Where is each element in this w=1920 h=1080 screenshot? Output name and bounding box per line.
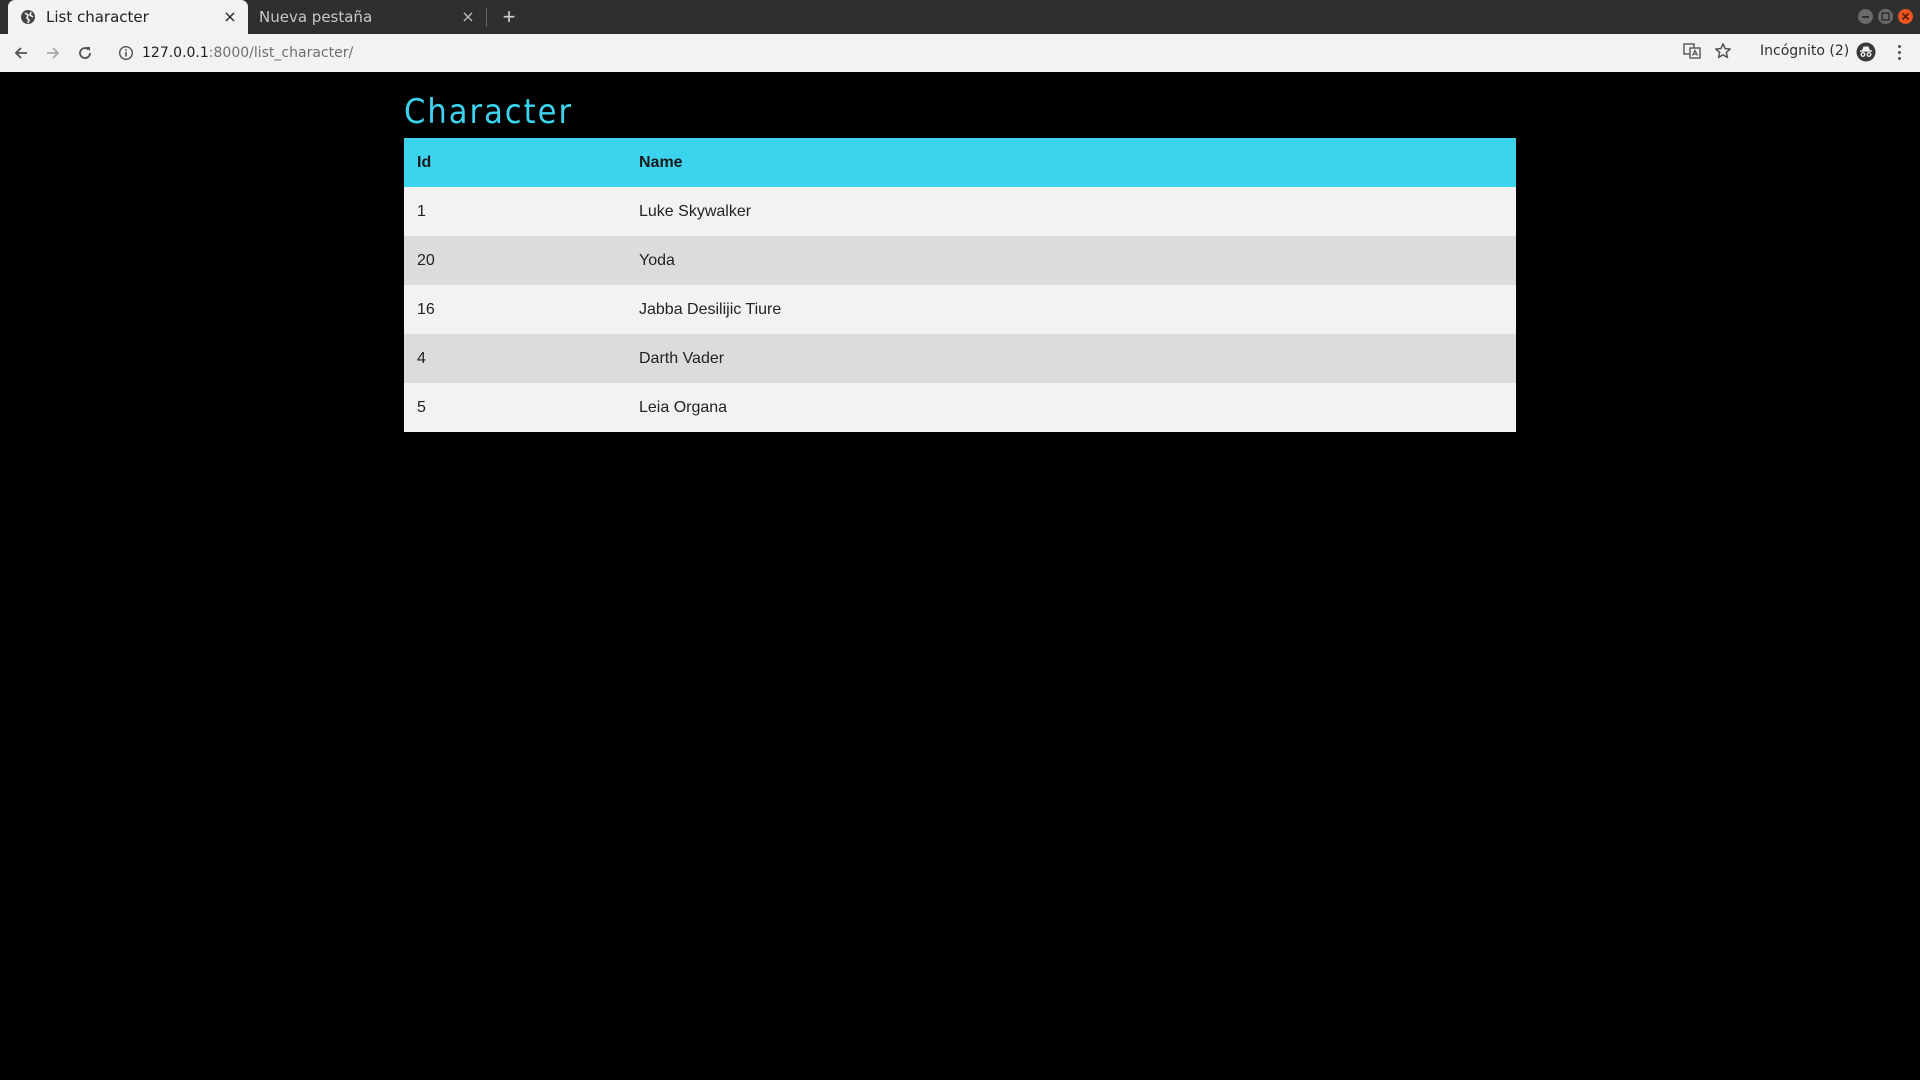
maximize-button[interactable]	[1878, 9, 1893, 24]
cell-id: 4	[404, 334, 626, 383]
character-table: Id Name 1 Luke Skywalker 20 Yoda 16 Jabb…	[404, 138, 1516, 432]
reload-button[interactable]	[71, 39, 99, 67]
table-row: 5 Leia Organa	[404, 383, 1516, 432]
bookmark-star-icon[interactable]	[1714, 42, 1732, 60]
translate-icon[interactable]	[1683, 42, 1701, 60]
tab-strip: List character × Nueva pestaña × +	[0, 0, 1920, 34]
menu-kebab-icon[interactable]	[1888, 40, 1910, 64]
column-header-name: Name	[626, 138, 1516, 187]
minimize-button[interactable]	[1858, 9, 1873, 24]
table-row: 4 Darth Vader	[404, 334, 1516, 383]
info-icon[interactable]	[118, 45, 134, 61]
table-row: 1 Luke Skywalker	[404, 187, 1516, 236]
cell-id: 1	[404, 187, 626, 236]
close-window-button[interactable]	[1898, 9, 1913, 24]
forward-button[interactable]	[39, 39, 67, 67]
column-header-id: Id	[404, 138, 626, 187]
tab-list-character[interactable]: List character ×	[8, 0, 248, 34]
incognito-label[interactable]: Incógnito (2)	[1760, 43, 1849, 59]
url-path: :8000/list_character/	[208, 45, 354, 61]
cell-name: Luke Skywalker	[626, 187, 1516, 236]
cell-name: Yoda	[626, 236, 1516, 285]
cell-name: Jabba Desilijic Tiure	[626, 285, 1516, 334]
reload-icon	[79, 47, 91, 59]
arrow-left-icon	[14, 47, 27, 59]
incognito-icon[interactable]	[1856, 42, 1876, 62]
url-host: 127.0.0.1	[142, 45, 209, 61]
address-bar[interactable]: 127.0.0.1:8000/list_character/	[112, 38, 1682, 68]
tab-close-icon[interactable]: ×	[460, 9, 476, 25]
new-tab-button[interactable]: +	[496, 4, 522, 30]
page-content: Character Id Name 1 Luke Skywalker 20 Yo…	[0, 72, 1920, 1080]
tab-nueva-pestana[interactable]: Nueva pestaña ×	[248, 0, 486, 34]
arrow-right-icon	[47, 47, 60, 59]
tab-label: List character	[46, 8, 149, 26]
table-row: 20 Yoda	[404, 236, 1516, 285]
tab-label: Nueva pestaña	[259, 8, 373, 26]
page-title: Character	[404, 92, 574, 132]
cell-name: Leia Organa	[626, 383, 1516, 432]
cell-name: Darth Vader	[626, 334, 1516, 383]
browser-toolbar: 127.0.0.1:8000/list_character/	[0, 34, 1920, 73]
back-button[interactable]	[7, 39, 35, 67]
table-header-row: Id Name	[404, 138, 1516, 187]
cell-id: 16	[404, 285, 626, 334]
tab-divider	[486, 8, 487, 27]
cell-id: 5	[404, 383, 626, 432]
tab-close-icon[interactable]: ×	[222, 9, 238, 25]
table-row: 16 Jabba Desilijic Tiure	[404, 285, 1516, 334]
cell-id: 20	[404, 236, 626, 285]
globe-icon	[20, 9, 36, 25]
